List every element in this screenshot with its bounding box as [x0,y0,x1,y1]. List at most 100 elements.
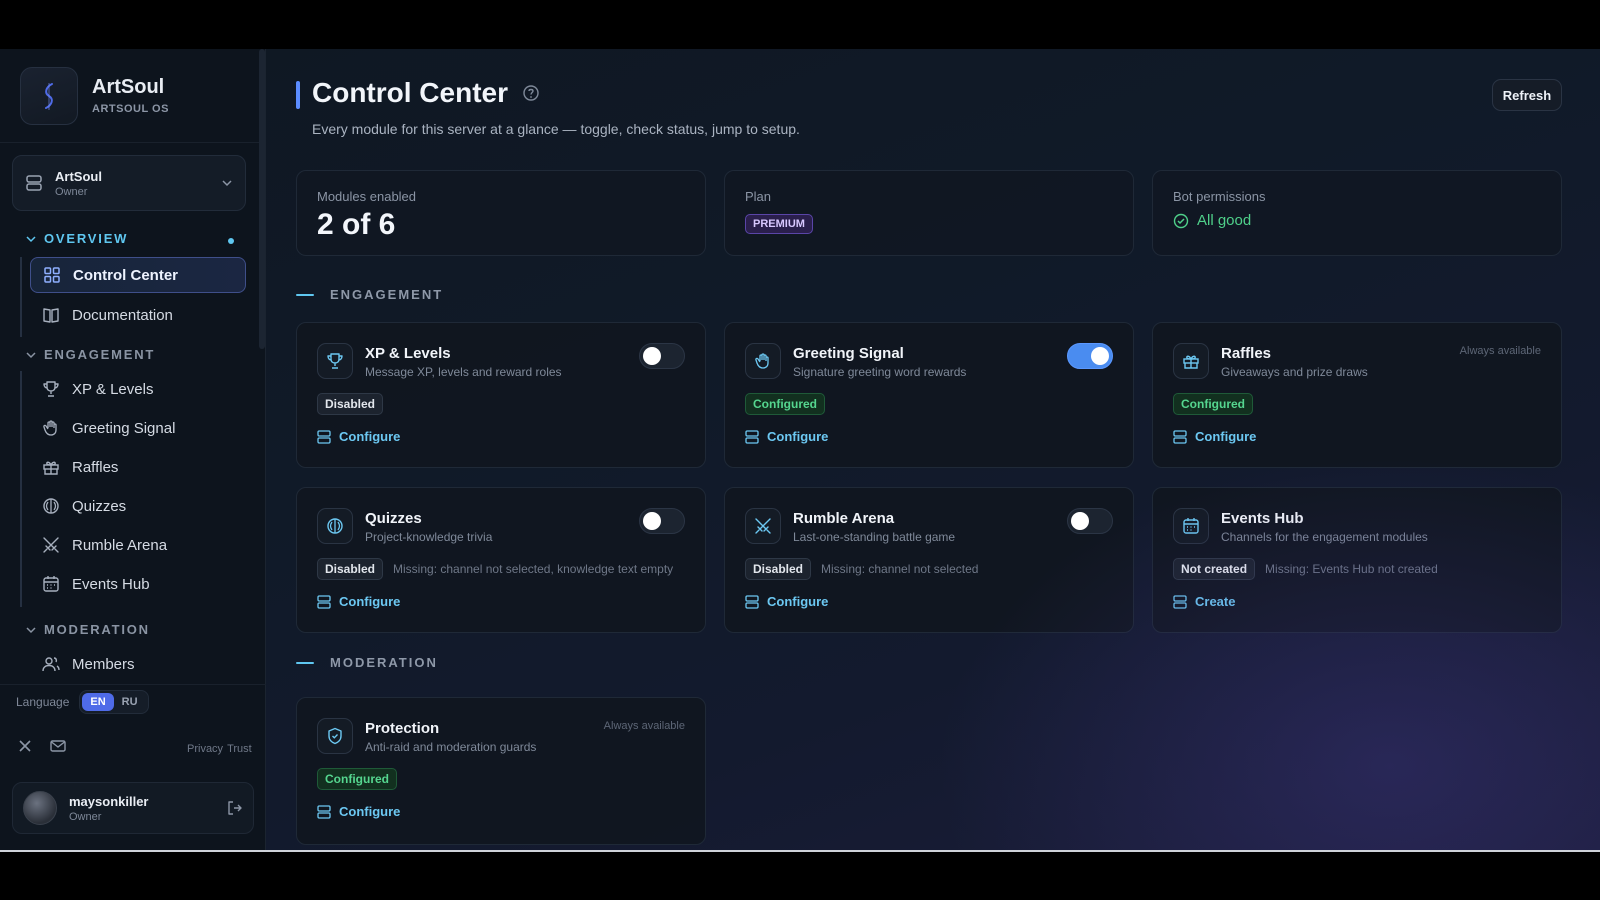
status-row: Disabled Missing: channel not selected, … [317,558,673,580]
sidebar-item-raffles[interactable]: Raffles [30,449,246,485]
sidebar-item-greeting-signal[interactable]: Greeting Signal [30,410,246,446]
layout-grid-icon [44,267,60,283]
card-icon [1173,508,1209,544]
card-title: Greeting Signal [793,345,904,362]
card-title: Protection [365,720,440,737]
status-row: Disabled [317,393,384,415]
sidebar-item-events-hub[interactable]: Events Hub [30,566,246,602]
nav-section-overview[interactable]: OVERVIEW [26,231,128,246]
server-icon [317,429,331,444]
logout-icon[interactable] [227,800,243,816]
sidebar-item-documentation[interactable]: Documentation [30,297,246,333]
sidebar-item-rumble-arena[interactable]: Rumble Arena [30,527,246,563]
sidebar-scrollbar[interactable] [259,49,265,349]
main-content: Control Center Every module for this ser… [266,49,1600,850]
server-icon [317,804,331,819]
privacy-link[interactable]: Privacy [187,743,223,755]
language-option-en[interactable]: EN [82,693,114,711]
trust-link[interactable]: Trust [227,743,252,755]
status-row: Configured [1173,393,1253,415]
toggle-knob [643,512,661,530]
users-icon [42,657,60,672]
sidebar-item-quizzes[interactable]: Quizzes [30,488,246,524]
nav-section-moderation[interactable]: MODERATION [26,622,150,637]
page-subtitle: Every module for this server at a glance… [312,121,800,137]
chevron-down-icon [26,235,36,242]
server-selector[interactable]: ArtSoul Owner [12,155,246,211]
greeting-signal-toggle[interactable] [1067,343,1113,369]
configure-button[interactable]: Configure [317,804,400,819]
page-title: Control Center [312,77,540,109]
legal-links: Privacy Trust [187,743,252,755]
stat-plan: Plan PREMIUM [724,170,1134,256]
swords-icon [43,537,59,553]
card-icon [1173,343,1209,379]
check-circle-icon [1173,213,1189,228]
nav-section-engagement[interactable]: ENGAGEMENT [26,347,155,362]
trophy-icon [327,353,343,369]
book-icon [43,308,59,323]
module-card-greeting-signal: Greeting Signal Signature greeting word … [724,322,1134,468]
configure-label: Configure [767,429,829,444]
letterbox-bottom [0,850,1600,900]
card-description: Project-knowledge trivia [365,530,493,544]
x-logo-icon[interactable] [18,739,32,753]
quizzes-toggle[interactable] [639,508,685,534]
missing-requirements: Missing: channel not selected [821,562,979,576]
social-links [18,739,66,753]
status-badge: Disabled [317,393,384,415]
rumble-arena-toggle[interactable] [1067,508,1113,534]
nav-section-moderation-label: MODERATION [44,622,150,637]
status-badge: Configured [1173,393,1253,415]
user-role: Owner [69,810,102,823]
configure-button[interactable]: Configure [745,594,828,609]
status-badge: Disabled [317,558,384,580]
card-description: Message XP, levels and reward roles [365,365,562,379]
sidebar-item-label: Events Hub [72,575,150,593]
sidebar-item-members[interactable]: Members [30,646,246,682]
language-option-ru[interactable]: RU [114,693,146,711]
xp-levels-toggle[interactable] [639,343,685,369]
always-available-note: Always available [603,720,685,732]
configure-button[interactable]: Configure [317,594,400,609]
configure-button[interactable]: Configure [1173,429,1256,444]
configure-button[interactable]: Configure [745,429,828,444]
stat-modules-enabled: Modules enabled 2 of 6 [296,170,706,256]
sidebar-divider [0,684,266,685]
configure-button[interactable]: Configure [317,429,400,444]
calendar-icon [43,576,59,592]
plan-badge: PREMIUM [745,214,813,234]
user-card[interactable]: maysonkiller Owner [12,782,254,834]
section-accent-line [296,661,314,664]
status-badge: Configured [317,768,397,790]
user-name: maysonkiller [69,793,149,809]
chevron-down-icon [26,351,36,358]
server-icon [317,594,331,609]
refresh-button[interactable]: Refresh [1492,79,1562,111]
card-icon [745,343,781,379]
help-circle-icon[interactable] [522,84,540,102]
chevron-down-icon [222,180,232,187]
brand[interactable]: ArtSoul ARTSOUL OS [0,49,265,143]
sidebar-item-control-center[interactable]: Control Center [30,257,246,293]
card-title: Rumble Arena [793,510,895,527]
permissions-status-text: All good [1197,212,1252,229]
bulb-icon [43,498,59,514]
nav-section-overview-label: OVERVIEW [44,231,129,246]
section-title: MODERATION [330,655,438,670]
server-icon [26,175,42,191]
section-moderation: MODERATION [296,655,438,670]
section-engagement: ENGAGEMENT [296,287,443,302]
configure-label: Configure [339,594,401,609]
shield-icon [328,727,342,745]
status-row: Configured [317,768,397,790]
sidebar-item-xp-levels[interactable]: XP & Levels [30,371,246,407]
server-name: ArtSoul [55,168,102,184]
configure-label: Configure [767,594,829,609]
bulb-icon [327,518,343,534]
toggle-knob [643,347,661,365]
toggle-knob [1091,347,1109,365]
nav-active-dot [228,238,234,244]
create-button[interactable]: Create [1173,594,1235,609]
mail-icon[interactable] [50,739,66,753]
